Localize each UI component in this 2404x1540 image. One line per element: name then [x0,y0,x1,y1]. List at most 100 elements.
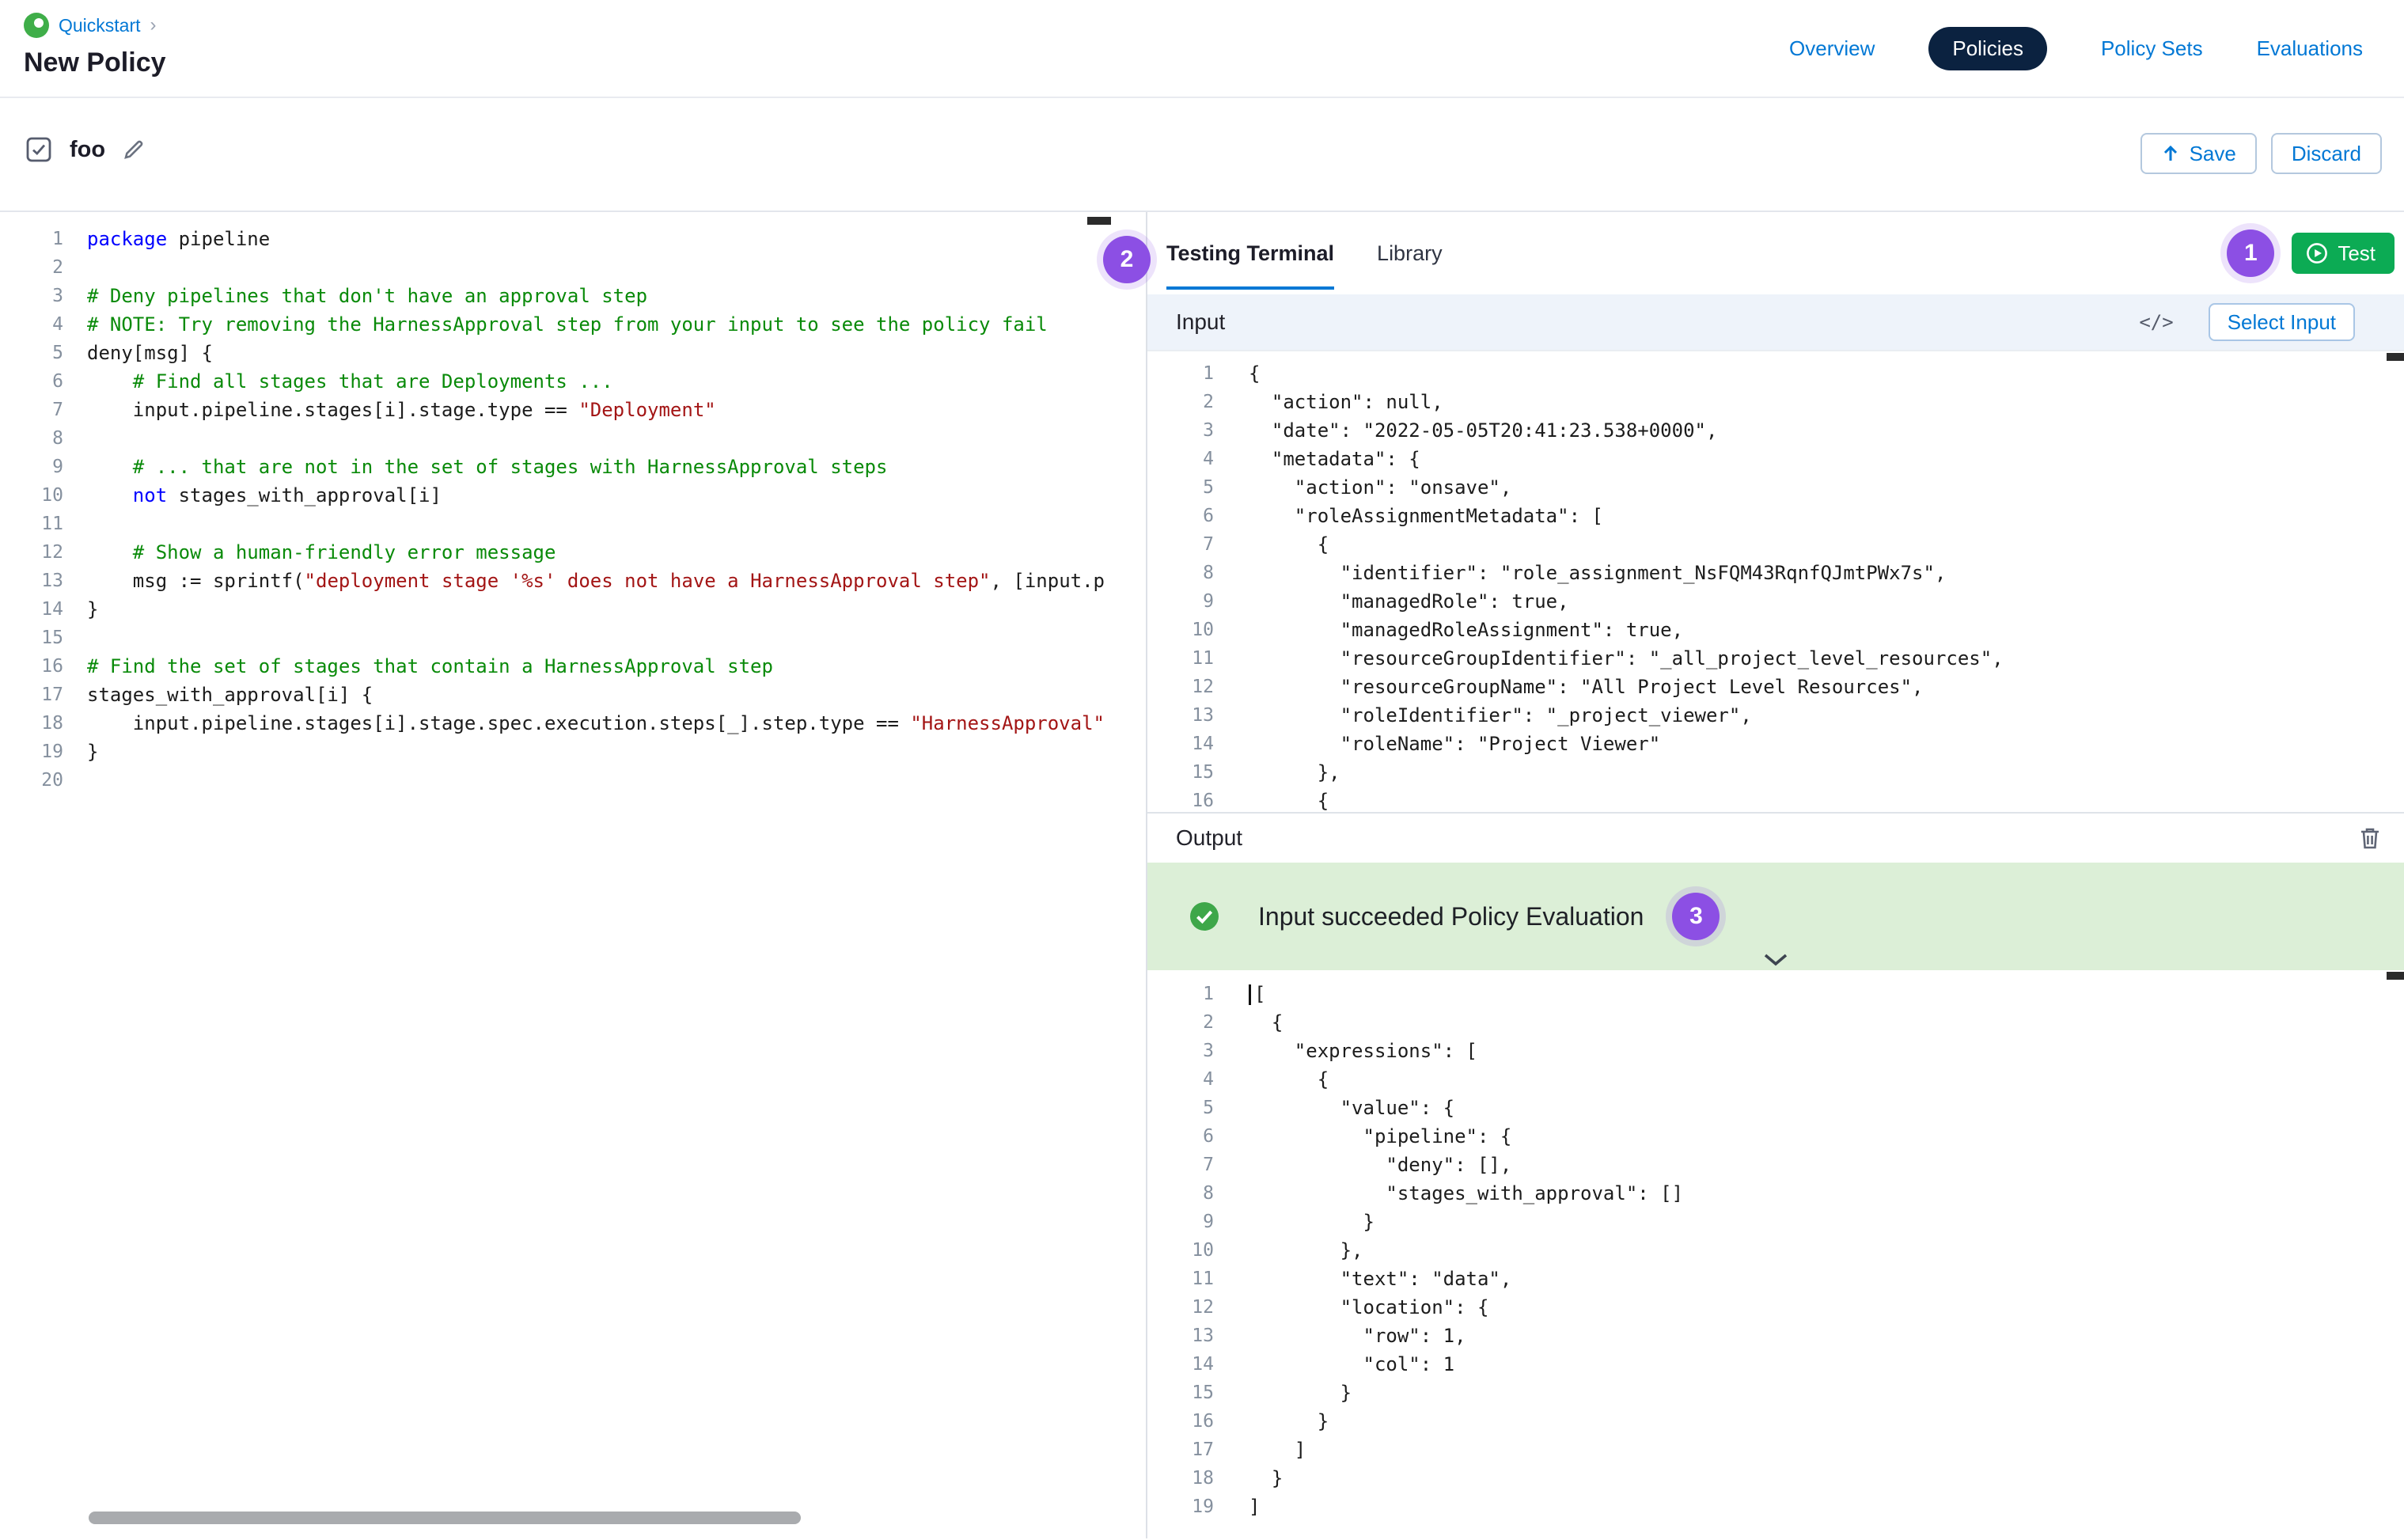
evaluation-status-text: Input succeeded Policy Evaluation [1258,902,1644,931]
input-section-header: Input </> Select Input [1147,294,2404,350]
code-line: 3 "expressions": [ [1147,1037,2404,1065]
code-line: 10 "managedRoleAssignment": true, [1147,616,2404,644]
nav-item-policies[interactable]: Policies [1928,27,2047,70]
code-line: 15 [0,624,1146,652]
success-check-icon [1189,901,1220,932]
annotation-badge-1: 1 [2227,229,2274,277]
editor-horizontal-scrollbar[interactable] [89,1512,801,1524]
code-line: 11 [0,510,1146,538]
input-json-editor[interactable]: 1{2 "action": null,3 "date": "2022-05-05… [1147,350,2404,812]
code-line: 2 "action": null, [1147,388,2404,416]
trash-icon [2358,825,2382,851]
output-scroll-marker [2387,972,2404,980]
clear-output-button[interactable] [2358,825,2382,851]
save-upload-icon [2161,143,2180,164]
testing-tabs-row: Testing Terminal Library 1 Test [1147,212,2404,294]
code-line: 13 "roleIdentifier": "_project_viewer", [1147,701,2404,730]
code-line: 10 not stages_with_approval[i] [0,481,1146,510]
output-json-editor[interactable]: 1[2 {3 "expressions": [4 {5 "value": {6 … [1147,970,2404,1538]
code-line: 17stages_with_approval[i] { [0,681,1146,709]
code-line: 20 [0,766,1146,795]
input-actions: </> Select Input [2139,303,2355,341]
code-line: 12 "location": { [1147,1293,2404,1322]
expand-result-button[interactable] [1763,953,1788,967]
code-line: 12 "resourceGroupName": "All Project Lev… [1147,673,2404,701]
code-line: 15 }, [1147,758,2404,787]
tabs-row-actions: 1 Test [2227,229,2395,277]
tab-library[interactable]: Library [1377,212,1443,294]
input-json-lines[interactable]: 1{2 "action": null,3 "date": "2022-05-05… [1147,359,2404,812]
chevron-right-icon: › [150,14,157,36]
code-line: 7 { [1147,530,2404,559]
code-line: 14 "roleName": "Project Viewer" [1147,730,2404,758]
policy-name-group: foo [25,136,145,163]
policy-name-text: foo [70,137,105,163]
output-title: Output [1176,825,1242,851]
code-view-icon[interactable]: </> [2139,311,2173,333]
code-line: 18 input.pipeline.stages[i].stage.spec.e… [0,709,1146,738]
code-line: 17 ] [1147,1436,2404,1464]
code-line: 8 "identifier": "role_assignment_NsFQM43… [1147,559,2404,587]
code-line: 5 "action": "onsave", [1147,473,2404,502]
code-line: 3 "date": "2022-05-05T20:41:23.538+0000"… [1147,416,2404,445]
code-line: 13 msg := sprintf("deployment stage '%s'… [0,567,1146,595]
code-line: 8 [0,424,1146,453]
code-line: 6 "pipeline": { [1147,1122,2404,1151]
play-icon [2306,242,2328,264]
code-line: 5 "value": { [1147,1094,2404,1122]
discard-button[interactable]: Discard [2271,133,2382,174]
output-section-header: Output [1147,812,2404,863]
code-line: 11 "resourceGroupIdentifier": "_all_proj… [1147,644,2404,673]
code-line: 7 input.pipeline.stages[i].stage.type ==… [0,396,1146,424]
output-json-lines[interactable]: 1[2 {3 "expressions": [4 {5 "value": {6 … [1147,980,2404,1521]
code-line: 1{ [1147,359,2404,388]
code-line: 10 }, [1147,1236,2404,1265]
main-split: 2 1package pipeline23# Deny pipelines th… [0,212,2404,1538]
code-line: 1[ [1147,980,2404,1008]
code-line: 13 "row": 1, [1147,1322,2404,1350]
select-input-button[interactable]: Select Input [2209,303,2355,341]
code-line: 9 } [1147,1208,2404,1236]
code-line: 18 } [1147,1464,2404,1493]
code-line: 14} [0,595,1146,624]
code-line: 4# NOTE: Try removing the HarnessApprova… [0,310,1146,339]
code-line: 19} [0,738,1146,766]
page-title: New Policy [24,47,166,78]
code-line: 14 "col": 1 [1147,1350,2404,1379]
code-line: 3# Deny pipelines that don't have an app… [0,282,1146,310]
breadcrumb: Quickstart › [24,13,157,38]
nav-item-overview[interactable]: Overview [1789,36,1875,61]
policy-toolbar: foo Save Discard [0,98,2404,212]
policy-icon [25,136,52,163]
code-line: 4 "metadata": { [1147,445,2404,473]
code-line: 6 "roleAssignmentMetadata": [ [1147,502,2404,530]
code-line: 9 # ... that are not in the set of stage… [0,453,1146,481]
toolbar-buttons: Save Discard [2140,133,2382,174]
code-line: 15 } [1147,1379,2404,1407]
evaluation-result-banner: Input succeeded Policy Evaluation 3 [1147,863,2404,970]
tab-testing-terminal[interactable]: Testing Terminal [1166,212,1334,294]
chevron-down-icon [1763,953,1788,967]
top-nav: Overview Policies Policy Sets Evaluation… [1789,27,2363,70]
annotation-badge-3: 3 [1672,893,1720,940]
input-scroll-marker [2387,353,2404,361]
code-line: 8 "stages_with_approval": [] [1147,1179,2404,1208]
code-line: 4 { [1147,1065,2404,1094]
breadcrumb-link-quickstart[interactable]: Quickstart [59,15,141,36]
code-line: 16 } [1147,1407,2404,1436]
policy-code-editor[interactable]: 1package pipeline23# Deny pipelines that… [0,212,1147,1538]
save-button[interactable]: Save [2140,133,2257,174]
edit-icon[interactable] [123,138,145,161]
code-line: 9 "managedRole": true, [1147,587,2404,616]
code-line: 11 "text": "data", [1147,1265,2404,1293]
nav-item-evaluations[interactable]: Evaluations [2257,36,2363,61]
page-header: Quickstart › New Policy Overview Policie… [0,0,2404,98]
policy-code-lines[interactable]: 1package pipeline23# Deny pipelines that… [0,225,1146,795]
code-line: 12 # Show a human-friendly error message [0,538,1146,567]
harness-logo-icon [24,13,49,38]
code-line: 1package pipeline [0,225,1146,253]
test-button[interactable]: Test [2292,233,2395,274]
nav-item-policy-sets[interactable]: Policy Sets [2101,36,2203,61]
code-line: 19] [1147,1493,2404,1521]
input-title: Input [1176,309,1225,335]
